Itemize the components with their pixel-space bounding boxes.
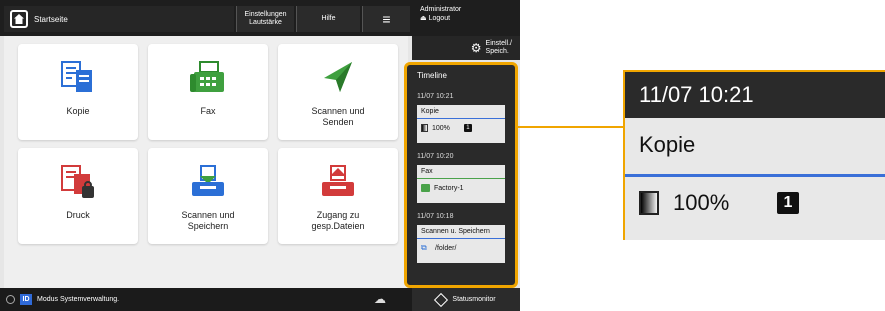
scan-send-icon [316,58,360,98]
top-bar: Startseite Einstellungen Lautstärke Hilf… [0,0,520,36]
callout-connector [518,126,624,128]
timeline-card-name: Scannen u. Speichern [417,225,505,239]
timeline-panel: Timeline 11/07 10:21 Kopie 100% 1 11/07 … [404,62,518,288]
logout-icon: ⏏ [420,15,427,22]
home-label: Startseite [34,14,68,24]
print-icon [56,162,100,202]
timeline-card-name: Kopie [417,105,505,119]
timeline-time: 11/07 10:20 [417,153,454,160]
tile-label: Scannen und Senden [311,106,365,127]
menu-icon: ≡ [382,11,391,27]
fax-icon [186,58,230,98]
tile-label: Kopie [66,106,90,116]
device-screen: Startseite Einstellungen Lautstärke Hilf… [0,0,520,311]
zoom-time: 11/07 10:21 [639,82,754,107]
tile-scan-send[interactable]: Scannen und Senden [278,44,398,140]
main-menu-area: Kopie Fax Scannen und Senden Druck Scann… [4,36,408,311]
zoom-card-name: Kopie [639,132,696,157]
tile-stored-files[interactable]: Zugang zu gesp.Dateien [278,148,398,244]
menu-button[interactable]: ≡ [362,6,410,32]
zoom-card-divider [625,174,885,177]
tile-label: Zugang zu gesp.Dateien [311,210,365,231]
copies-badge: 1 [463,124,472,132]
settings-volume-label: Einstellungen Lautstärke [244,11,287,26]
home-icon [10,10,28,28]
tile-fax[interactable]: Fax [148,44,268,140]
status-monitor-button[interactable]: Statusmonitor [412,288,520,311]
status-dot-icon [6,295,15,304]
status-monitor-icon [434,292,449,307]
settings-volume-button[interactable]: Einstellungen Lautstärke [236,6,294,32]
status-monitor-label: Statusmonitor [452,296,496,303]
status-text: Modus Systemverwaltung. [37,296,120,303]
help-button[interactable]: Hilfe [296,6,360,32]
tile-label: Scannen und Speichern [181,210,235,231]
zoom-card-row: 100% 1 [639,190,799,216]
home-button[interactable]: Startseite [4,6,234,32]
settings-register-label: Einstell./ Speich. [485,40,512,55]
timeline-time: 11/07 10:18 [417,213,454,220]
tile-scan-store[interactable]: Scannen und Speichern [148,148,268,244]
density-icon [639,191,659,215]
network-icon: ⧉ [421,243,427,252]
density-icon [421,124,428,132]
timeline-card-fax[interactable]: Fax Factory-1 [417,165,505,203]
admin-logout-area[interactable]: Administrator ⏏ Logout [412,0,520,36]
copy-icon [56,58,100,98]
gear-icon: ⚙ [470,41,482,55]
zoom-card: Kopie 100% 1 [625,118,885,240]
timeline-zoom-callout: 11/07 10:21 Kopie 100% 1 [623,70,885,240]
tile-druck[interactable]: Druck [18,148,138,244]
scan-store-icon [186,162,230,202]
timeline-card-value: Factory-1 [434,184,464,192]
id-badge: ID [20,294,32,305]
logout-button[interactable]: ⏏ Logout [420,14,520,23]
logout-label: Logout [428,15,451,22]
admin-name: Administrator [420,6,462,13]
timeline-card-value: 100% [432,124,450,132]
timeline-card-name: Fax [417,165,505,179]
stored-files-icon [316,162,360,202]
status-area: ID Modus Systemverwaltung. [6,294,119,305]
settings-register-button[interactable]: ⚙ Einstell./ Speich. [412,36,520,60]
timeline-card-kopie[interactable]: Kopie 100% 1 [417,105,505,143]
tile-kopie[interactable]: Kopie [18,44,138,140]
timeline-card-scan-store[interactable]: Scannen u. Speichern ⧉ /folder/ [417,225,505,263]
tile-label: Druck [66,210,90,220]
copies-badge: 1 [777,192,799,214]
bottom-bar: ID Modus Systemverwaltung. ☁ Statusmonit… [0,288,520,311]
timeline-card-value: /folder/ [435,244,457,252]
zoom-card-value: 100% [673,190,730,215]
timeline-title: Timeline [417,71,447,80]
tile-label: Fax [200,106,216,116]
fax-icon [421,184,430,192]
help-label: Hilfe [321,15,336,22]
timeline-time: 11/07 10:21 [417,93,454,100]
cloud-icon[interactable]: ☁ [374,292,386,306]
